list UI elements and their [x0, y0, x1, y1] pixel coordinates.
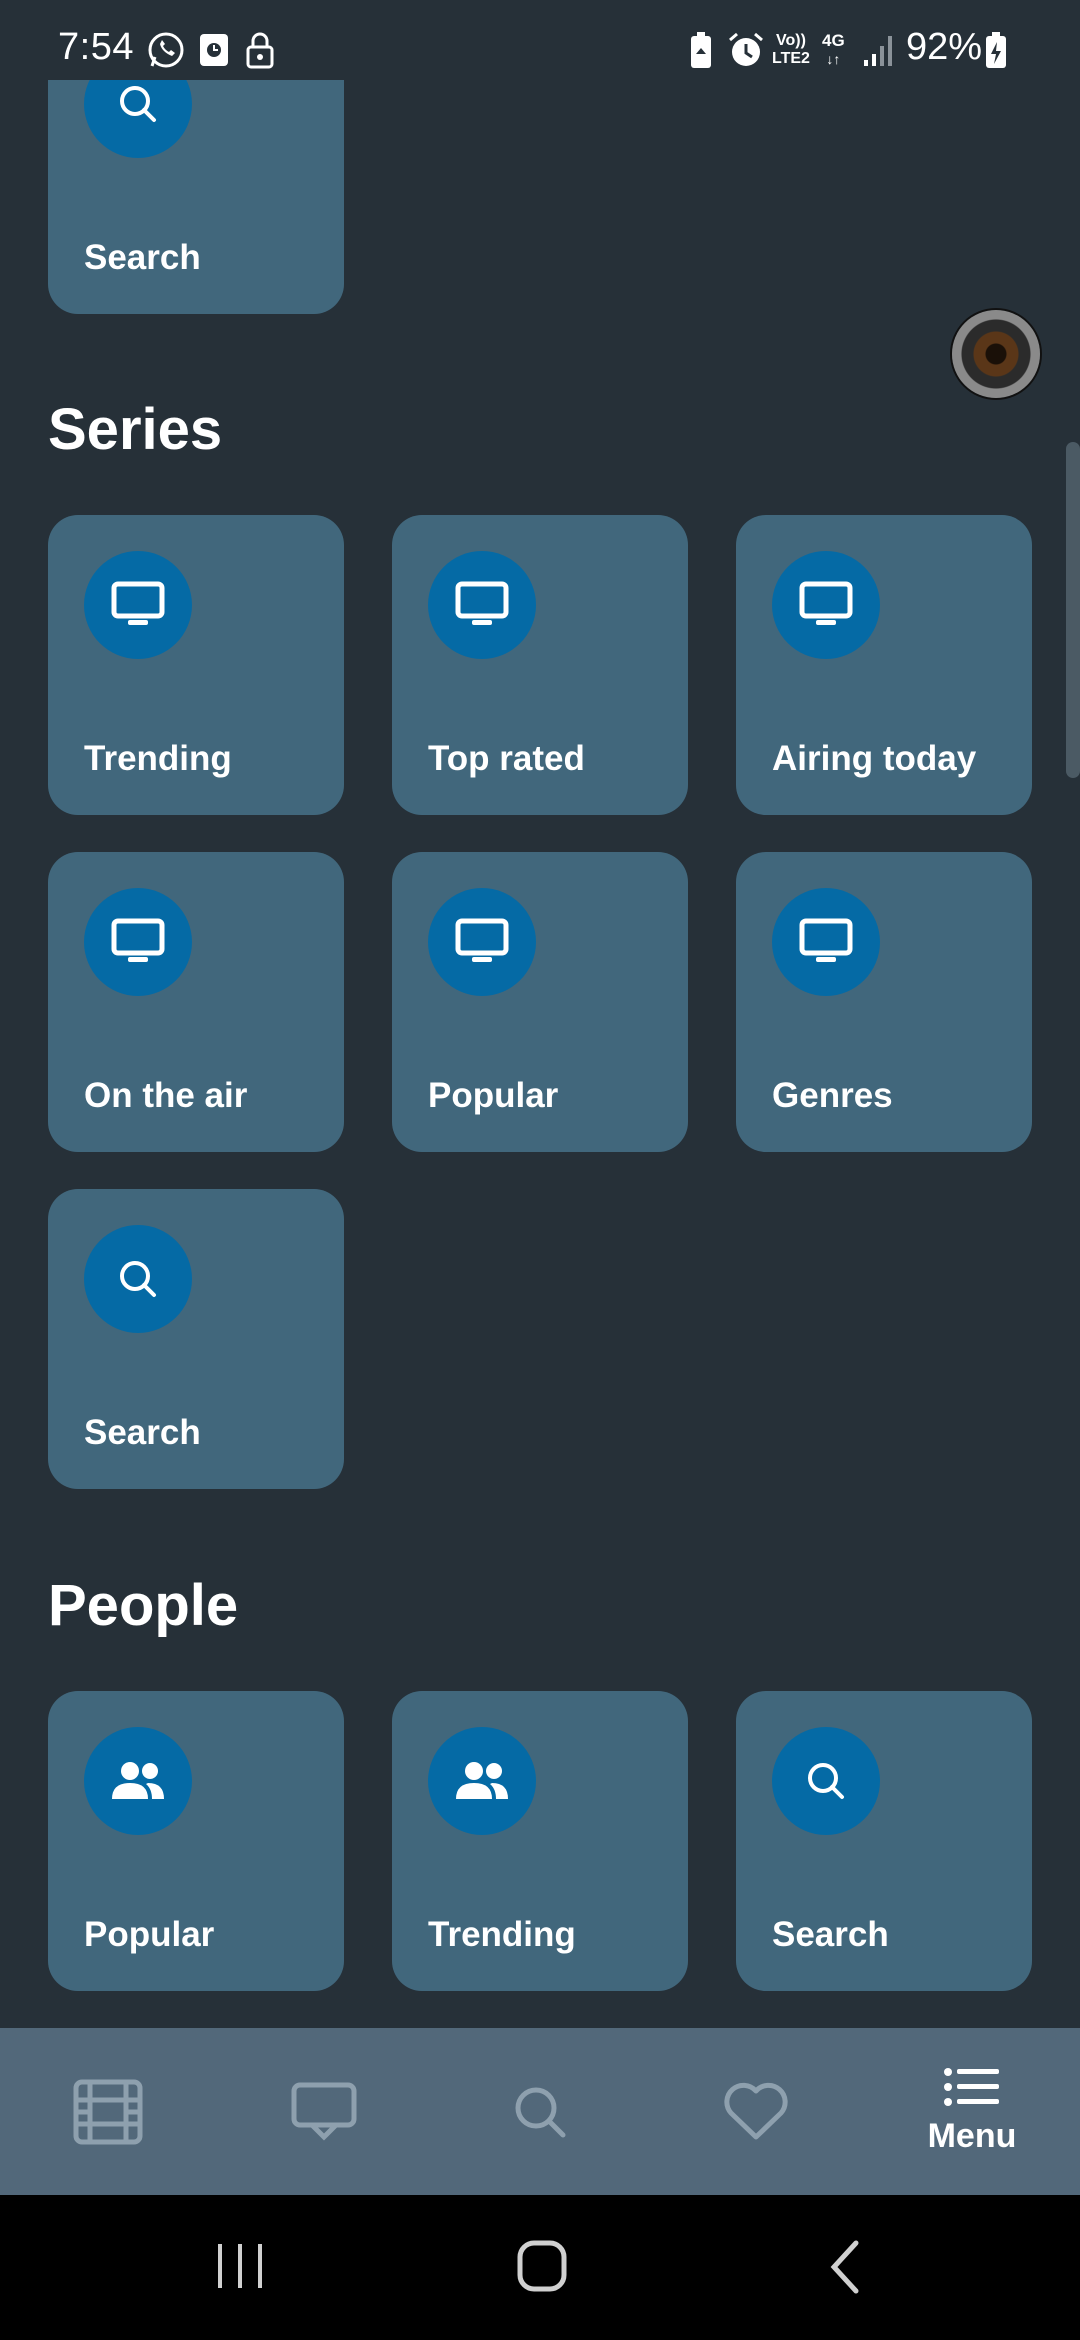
battery-charging-icon: [986, 32, 1006, 68]
signal-icon: [864, 36, 892, 66]
nav-search[interactable]: [432, 2028, 648, 2195]
nav-series[interactable]: [216, 2028, 432, 2195]
back-icon[interactable]: [826, 2239, 866, 2295]
4g-icon: 4G ↓↑: [822, 32, 845, 72]
lte-label: LTE2: [772, 50, 810, 67]
people-icon: [84, 1727, 192, 1835]
nav-movies[interactable]: [0, 2028, 216, 2195]
people-section-title: People: [48, 1573, 239, 1638]
tv-icon: [772, 888, 880, 996]
tv-icon: [428, 888, 536, 996]
tv-icon: [772, 551, 880, 659]
card-label: On the air: [84, 1076, 248, 1115]
alarm-icon: [729, 32, 763, 66]
tv-icon: [84, 888, 192, 996]
recents-icon[interactable]: [214, 2241, 266, 2291]
series-airing-today-card[interactable]: Airing today: [736, 515, 1032, 815]
home-icon[interactable]: [516, 2239, 568, 2293]
card-label: Airing today: [772, 739, 977, 778]
card-label: Trending: [428, 1915, 576, 1954]
people-popular-card[interactable]: Popular: [48, 1691, 344, 1991]
4g-label: 4G: [822, 31, 845, 50]
series-top-rated-card[interactable]: Top rated: [392, 515, 688, 815]
nav-menu-label: Menu: [927, 2117, 1017, 2155]
card-label: Search: [84, 1413, 201, 1452]
nav-favorites[interactable]: [648, 2028, 864, 2195]
card-label: Popular: [428, 1076, 559, 1115]
search-icon: [772, 1727, 880, 1835]
volte-icon: Vo)) LTE2: [772, 32, 810, 72]
search-icon: [84, 1225, 192, 1333]
search-icon: [515, 2087, 566, 2137]
people-search-card[interactable]: Search: [736, 1691, 1032, 1991]
series-section-title: Series: [48, 397, 223, 462]
series-search-card[interactable]: Search: [48, 1189, 344, 1489]
series-trending-card[interactable]: Trending: [48, 515, 344, 815]
people-icon: [428, 1727, 536, 1835]
card-label: Top rated: [428, 739, 585, 778]
lock-icon: [246, 32, 274, 69]
battery-percent: 92%: [906, 26, 983, 68]
floating-eye-button[interactable]: [952, 310, 1040, 398]
scrollbar[interactable]: [1066, 442, 1080, 778]
card-label: Trending: [84, 739, 232, 778]
volte-label: Vo)): [776, 32, 806, 49]
tv-chat-icon: [291, 2082, 357, 2141]
screenshot-icon: [200, 34, 228, 66]
status-bar-overlay: 7:54 Vo)) LTE2 4G ↓↑ 92%: [0, 0, 1080, 80]
tv-icon: [84, 551, 192, 659]
card-label: Search: [772, 1915, 889, 1954]
status-time: 7:54: [58, 26, 134, 68]
tv-icon: [428, 551, 536, 659]
whatsapp-icon: [148, 32, 184, 68]
heart-icon: [724, 2082, 788, 2139]
card-label: Search: [84, 238, 201, 277]
series-popular-card[interactable]: Popular: [392, 852, 688, 1152]
series-on-the-air-card[interactable]: On the air: [48, 852, 344, 1152]
bottom-navigation: Menu: [0, 2028, 1080, 2195]
nav-menu[interactable]: Menu: [864, 2028, 1080, 2195]
battery-saver-icon: [691, 32, 711, 68]
series-genres-card[interactable]: Genres: [736, 852, 1032, 1152]
menu-icon: [944, 2068, 999, 2106]
people-trending-card[interactable]: Trending: [392, 1691, 688, 1991]
card-label: Genres: [772, 1076, 893, 1115]
film-icon: [73, 2079, 143, 2144]
data-arrows: ↓↑: [826, 51, 841, 67]
system-navigation-bar: [0, 2195, 1080, 2340]
card-label: Popular: [84, 1915, 215, 1954]
